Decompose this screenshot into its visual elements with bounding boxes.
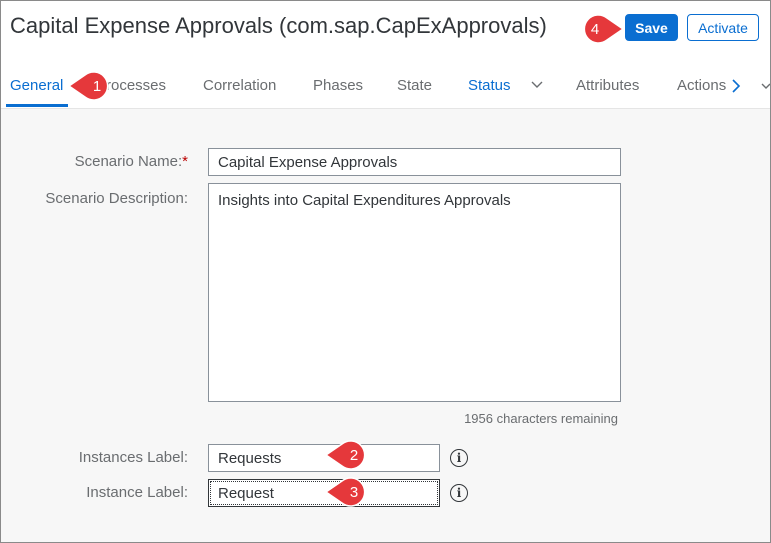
chevron-right-icon[interactable] — [731, 78, 741, 94]
scenario-name-label: Scenario Name:* — [74, 153, 188, 170]
save-button[interactable]: Save — [625, 14, 678, 41]
scenario-description-label: Scenario Description: — [45, 190, 188, 207]
callout-number: 3 — [350, 484, 358, 501]
instances-label-label: Instances Label: — [78, 449, 188, 466]
instance-label-label: Instance Label: — [86, 484, 188, 501]
callout-number: 2 — [350, 447, 358, 464]
tab-status[interactable]: Status — [468, 77, 511, 94]
characters-remaining: 1956 characters remaining — [464, 411, 618, 426]
tab-attributes[interactable]: Attributes — [576, 77, 639, 94]
callout-marker-2: 2 — [324, 440, 366, 470]
object-page-header: Capital Expense Approvals (com.sap.CapEx… — [1, 1, 770, 109]
scenario-description-textarea[interactable]: Insights into Capital Expenditures Appro… — [208, 183, 621, 402]
required-indicator: * — [182, 153, 188, 170]
tab-actions[interactable]: Actions — [677, 77, 726, 94]
chevron-down-icon[interactable] — [530, 80, 544, 90]
app-window: Capital Expense Approvals (com.sap.CapEx… — [0, 0, 771, 543]
overflow-chevron-icon[interactable] — [761, 81, 771, 91]
tab-general[interactable]: General — [10, 77, 63, 94]
activate-button[interactable]: Activate — [687, 14, 759, 41]
callout-marker-3: 3 — [324, 477, 366, 507]
tab-correlation[interactable]: Correlation — [203, 77, 276, 94]
tab-state[interactable]: State — [397, 77, 432, 94]
info-icon[interactable]: i — [450, 484, 468, 502]
callout-marker-4: 4 — [583, 14, 625, 44]
page-title: Capital Expense Approvals (com.sap.CapEx… — [10, 13, 547, 38]
info-icon[interactable]: i — [450, 449, 468, 467]
tab-selected-indicator — [6, 104, 68, 107]
scenario-name-input[interactable] — [208, 148, 621, 176]
callout-number: 1 — [93, 78, 101, 95]
callout-marker-1: 1 — [67, 71, 109, 101]
callout-number: 4 — [591, 21, 599, 38]
tab-phases[interactable]: Phases — [313, 77, 363, 94]
